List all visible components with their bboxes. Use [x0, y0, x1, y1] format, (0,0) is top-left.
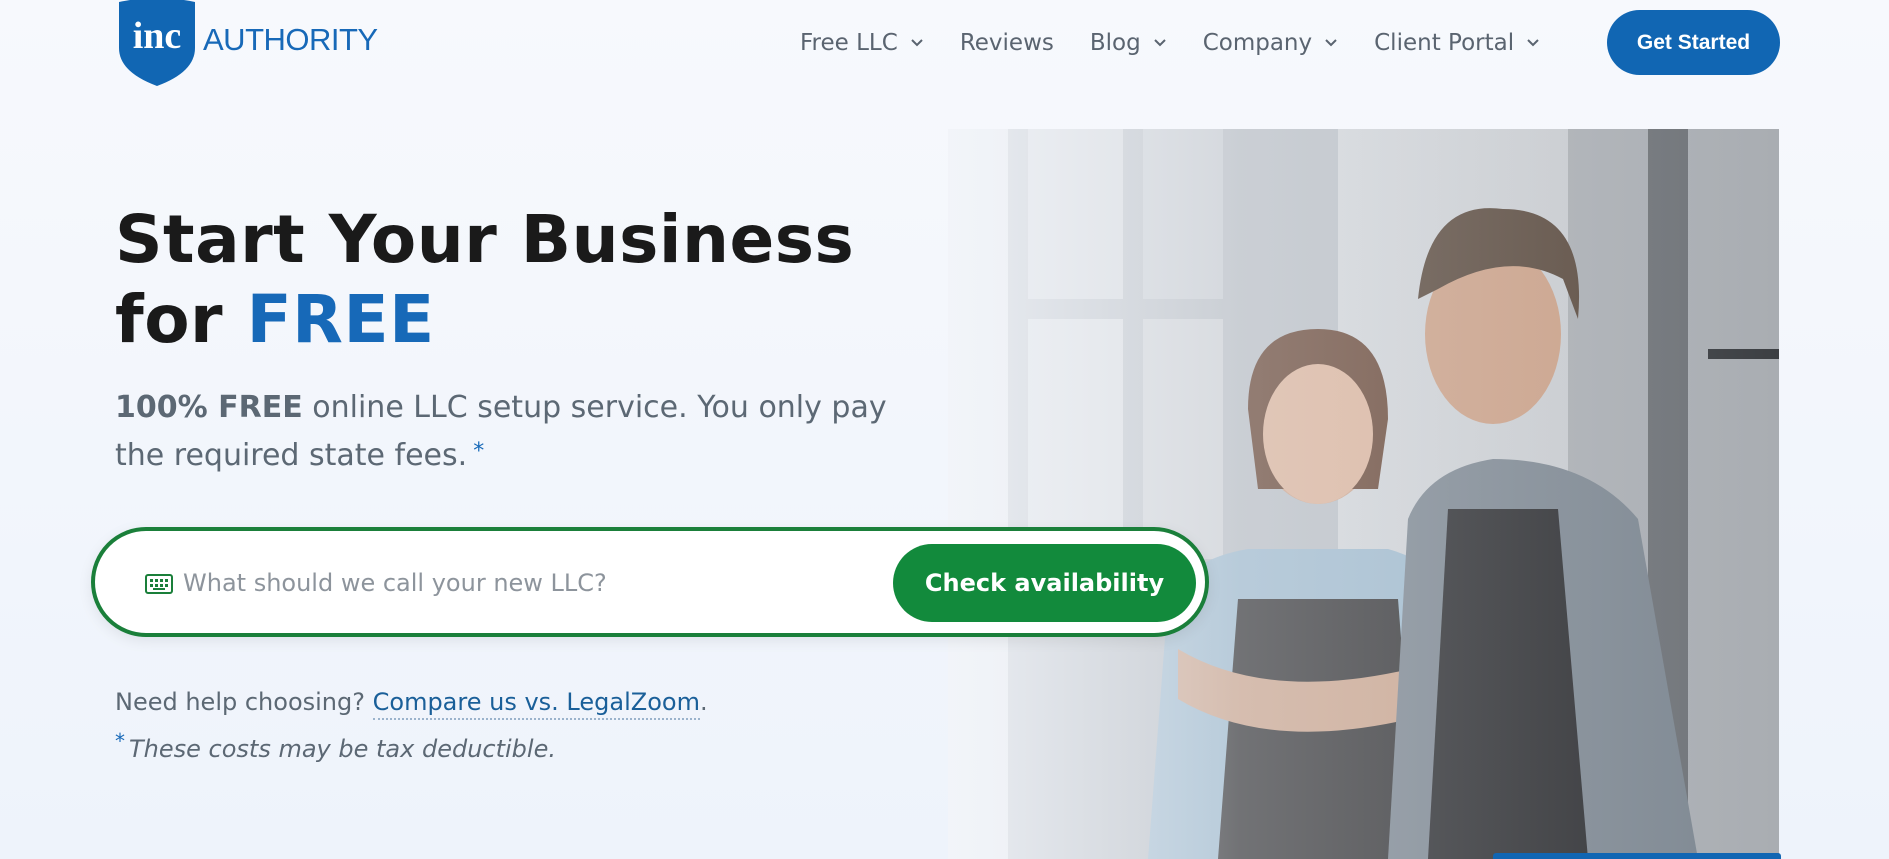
nav-blog[interactable]: Blog	[1090, 24, 1167, 62]
chat-widget-tab[interactable]	[1493, 853, 1781, 859]
check-availability-button[interactable]: Check availability	[893, 544, 1196, 622]
nav-client-portal-label: Client Portal	[1374, 30, 1515, 56]
headline-line1: Start Your Business	[115, 201, 855, 278]
tax-footnote: * These costs may be tax deductible.	[115, 729, 556, 763]
site-header: inc AUTHORITY Free LLC Reviews Blog Comp…	[0, 0, 1889, 90]
nav-free-llc[interactable]: Free LLC	[800, 24, 924, 62]
site-logo[interactable]: inc AUTHORITY	[115, 0, 378, 86]
hero-subheading: 100% FREE online LLC setup service. You …	[115, 384, 895, 480]
nav-client-portal[interactable]: Client Portal	[1374, 24, 1540, 62]
hero-photo-illustration	[948, 129, 1779, 859]
footnote-text: These costs may be tax deductible.	[129, 735, 556, 763]
chevron-down-icon	[1325, 39, 1337, 47]
get-started-button[interactable]: Get Started	[1607, 10, 1780, 75]
chevron-down-icon	[1527, 39, 1539, 47]
nav-free-llc-label: Free LLC	[800, 30, 898, 56]
nav-company-label: Company	[1202, 30, 1313, 56]
chevron-down-icon	[911, 39, 923, 47]
footnote-asterisk: *	[115, 729, 125, 753]
logo-shield-icon: inc	[119, 0, 195, 86]
help-prefix: Need help choosing?	[115, 688, 365, 716]
nav-reviews[interactable]: Reviews	[960, 24, 1054, 62]
compare-legalzoom-link[interactable]: Compare us vs. LegalZoom	[372, 688, 700, 720]
headline-free: FREE	[246, 281, 435, 358]
subhead-asterisk: *	[473, 439, 485, 464]
hero-photo	[948, 129, 1779, 859]
help-text: Need help choosing? Compare us vs. Legal…	[115, 688, 708, 720]
main-nav: Free LLC Reviews Blog Company Client Por…	[800, 24, 1576, 62]
nav-reviews-label: Reviews	[959, 30, 1054, 56]
chevron-down-icon	[1153, 39, 1166, 47]
llc-name-input[interactable]	[183, 556, 873, 610]
help-suffix: .	[699, 688, 708, 716]
llc-name-search-bar: Check availability	[91, 527, 1209, 637]
logo-badge-text: inc	[133, 15, 182, 57]
headline-for: for	[115, 281, 224, 358]
nav-company[interactable]: Company	[1203, 24, 1338, 62]
hero-headline: Start Your Business for FREE	[115, 200, 915, 360]
subhead-bold: 100% FREE	[115, 390, 303, 425]
logo-text: AUTHORITY	[203, 22, 378, 57]
nav-blog-label: Blog	[1089, 30, 1141, 56]
keyboard-icon	[145, 574, 173, 594]
